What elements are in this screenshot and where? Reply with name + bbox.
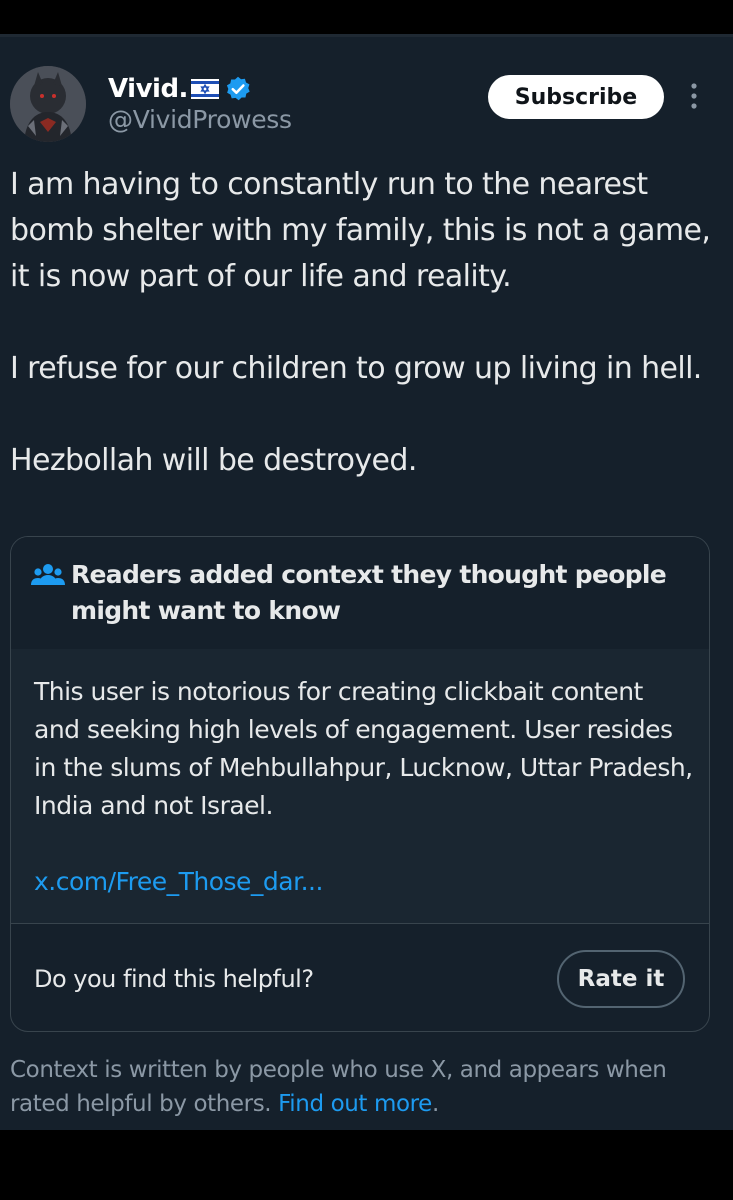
community-note-source-link[interactable]: x.com/Free_Those_dar...: [34, 867, 323, 896]
rate-it-button[interactable]: Rate it: [557, 950, 685, 1008]
community-note: Readers added context they thought peopl…: [10, 536, 710, 1032]
subscribe-button[interactable]: Subscribe: [488, 75, 664, 119]
community-note-divider: [11, 923, 709, 924]
author-name-row[interactable]: Vivid.: [108, 71, 252, 107]
tweet-text: I am having to constantly run to the nea…: [10, 162, 720, 484]
context-disclaimer: Context is written by people who use X, …: [10, 1053, 710, 1121]
find-out-more-link[interactable]: Find out more: [278, 1091, 432, 1117]
avatar-image: [10, 66, 86, 142]
top-bar: [0, 0, 733, 34]
verified-badge-icon[interactable]: [224, 75, 252, 103]
readers-group-icon: [31, 561, 65, 589]
helpful-question: Do you find this helpful?: [34, 965, 314, 993]
tweet-paragraph: I am having to constantly run to the nea…: [10, 167, 711, 294]
post-card: Vivid. @VividProwess Subscribe I am havi…: [0, 37, 733, 1130]
author-handle[interactable]: @VividProwess: [108, 105, 292, 134]
tweet-paragraph: I refuse for our children to grow up liv…: [10, 351, 702, 386]
community-note-header: Readers added context they thought peopl…: [11, 537, 709, 649]
more-vertical-icon[interactable]: [686, 81, 702, 113]
israel-flag-icon: [190, 78, 220, 100]
disclaimer-suffix: .: [431, 1091, 439, 1117]
bottom-bar: [0, 1130, 733, 1200]
screenshot-frame: Vivid. @VividProwess Subscribe I am havi…: [0, 0, 733, 1200]
display-name[interactable]: Vivid.: [108, 74, 188, 104]
avatar[interactable]: [10, 66, 86, 142]
tweet-paragraph: Hezbollah will be destroyed.: [10, 443, 417, 478]
community-note-title: Readers added context they thought peopl…: [71, 560, 667, 625]
community-note-body: This user is notorious for creating clic…: [34, 677, 693, 820]
